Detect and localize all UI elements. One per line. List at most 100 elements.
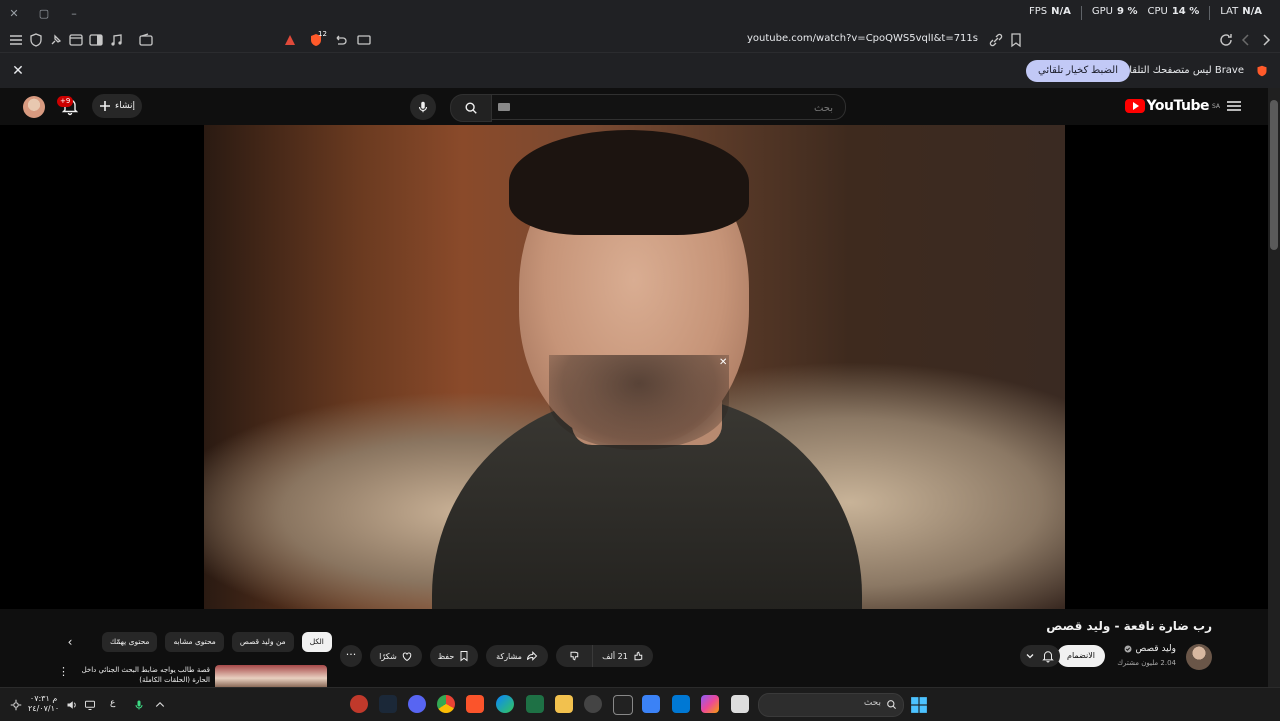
shields-badge: 12 xyxy=(318,30,327,38)
system-clock[interactable]: م ٠٧:٣١ ٢٤/٠٧/١٠ xyxy=(28,694,59,714)
join-button[interactable]: الانضمام xyxy=(1057,645,1105,667)
voice-search-button[interactable] xyxy=(410,94,436,120)
chip-related[interactable]: محتوى مشابه xyxy=(165,632,224,652)
app-icon-3[interactable] xyxy=(613,695,633,715)
perf-lat: LAT N/A xyxy=(1220,6,1262,17)
close-window-icon[interactable]: ✕ xyxy=(6,6,22,22)
perf-gpu: GPU 9 % xyxy=(1091,6,1138,17)
cast-icon[interactable] xyxy=(356,32,372,48)
chevron-down-icon xyxy=(1026,654,1034,659)
search-box[interactable] xyxy=(489,94,846,120)
maximize-window-icon[interactable]: ▢ xyxy=(36,6,52,22)
chip-all[interactable]: الكل xyxy=(301,632,332,652)
video-subject-hair xyxy=(509,130,749,235)
pin-icon[interactable] xyxy=(48,32,64,48)
close-infobar-icon[interactable]: ✕ xyxy=(10,63,26,79)
thumbs-down-icon xyxy=(570,651,579,661)
app-icon-1[interactable] xyxy=(350,695,368,713)
bell-icon xyxy=(1042,651,1054,663)
chevron-up-icon[interactable] xyxy=(154,699,166,711)
app-icon-2[interactable] xyxy=(584,695,602,713)
windows-start-icon[interactable] xyxy=(910,696,928,714)
perf-fps: FPS N/A xyxy=(1029,6,1071,17)
input-language[interactable]: ع xyxy=(110,698,115,708)
keyboard-icon[interactable] xyxy=(498,103,510,111)
more-actions-button[interactable]: ··· xyxy=(340,645,362,667)
store-icon[interactable] xyxy=(642,695,660,713)
watch-metadata: رب ضارة نافعة - وليد قصص وليد قصص 2.04 م… xyxy=(0,609,1268,687)
subscribe-notifications-button[interactable] xyxy=(1020,645,1060,667)
search-button[interactable] xyxy=(450,94,492,122)
microphone-icon xyxy=(418,101,428,113)
taskbar-search-icon xyxy=(887,700,897,710)
file-explorer-icon[interactable] xyxy=(555,695,573,713)
url-text[interactable]: youtube.com/watch?v=CpoQWS5vqlI&t=711s xyxy=(747,33,978,44)
discord-icon[interactable] xyxy=(408,695,426,713)
volume-icon[interactable] xyxy=(66,699,78,711)
thanks-heart-icon xyxy=(402,652,412,662)
reload-icon[interactable] xyxy=(1218,32,1234,48)
like-button[interactable]: 21 ألف xyxy=(592,645,653,667)
subscriber-count: 2.04 مليون مشترك xyxy=(1117,659,1176,667)
save-button[interactable]: حفظ xyxy=(430,645,478,667)
create-button[interactable]: إنشاء xyxy=(92,94,142,118)
verified-icon xyxy=(1124,645,1132,653)
channel-avatar[interactable] xyxy=(1186,644,1212,670)
video-frame[interactable] xyxy=(204,125,1065,609)
youtube-logo[interactable]: YouTube SA xyxy=(1124,96,1220,116)
youtube-masthead: YouTubeSA إنشاء +9 xyxy=(0,88,1268,125)
excel-icon[interactable] xyxy=(526,695,544,713)
perf-cpu: CPU 14 % xyxy=(1147,6,1200,17)
recommended-video-title[interactable]: قصة طالب يواجه ضابط البحث الجنائي داخل ا… xyxy=(76,665,210,685)
set-default-button[interactable]: الضبط كخيار تلقائي xyxy=(1026,60,1130,82)
menu-icon[interactable] xyxy=(8,32,24,48)
task-view-icon[interactable] xyxy=(731,695,749,713)
video-player[interactable]: ✕ xyxy=(0,125,1268,609)
guide-menu-icon[interactable] xyxy=(1224,96,1244,116)
steam-icon[interactable] xyxy=(379,695,397,713)
scrollbar-thumb[interactable] xyxy=(1270,100,1278,250)
sidebar-icon[interactable] xyxy=(88,32,104,48)
save-icon xyxy=(460,651,468,662)
recommended-video-thumbnail[interactable] xyxy=(215,665,327,687)
outlook-icon[interactable] xyxy=(672,695,690,713)
taskbar-search[interactable]: بحث xyxy=(758,693,904,717)
link-share-icon[interactable] xyxy=(988,32,1004,48)
back-icon[interactable] xyxy=(1258,32,1274,48)
chip-recommended[interactable]: محتوى يهمّك xyxy=(102,632,158,652)
shield-icon[interactable] xyxy=(28,32,44,48)
search-input[interactable] xyxy=(511,98,835,118)
forward-icon[interactable] xyxy=(1238,32,1254,48)
music-icon[interactable] xyxy=(108,32,124,48)
search-icon xyxy=(465,102,477,114)
edge-icon[interactable] xyxy=(496,695,514,713)
windows-taskbar: م ٠٧:٣١ ٢٤/٠٧/١٠ ع بحث xyxy=(0,687,1280,721)
copilot-icon[interactable] xyxy=(701,695,719,713)
tabs-icon[interactable] xyxy=(68,32,84,48)
network-icon[interactable] xyxy=(84,699,96,711)
dislike-button[interactable] xyxy=(556,645,592,667)
window-titlebar: ✕ ▢ – FPS N/A GPU 9 % CPU 14 % LAT N/A xyxy=(0,0,1280,28)
related-chips: ‹ محتوى يهمّك محتوى مشابه من وليد قصص ال… xyxy=(60,631,332,653)
wallet-icon[interactable] xyxy=(138,32,154,48)
account-avatar[interactable] xyxy=(23,96,45,118)
share-button[interactable]: مشاركة xyxy=(486,645,548,667)
infobar-message: Brave ليس متصفحك التلقائي. xyxy=(1114,65,1244,76)
settings-icon[interactable] xyxy=(10,699,22,711)
channel-name[interactable]: وليد قصص xyxy=(1124,644,1176,654)
undo-icon[interactable] xyxy=(332,32,348,48)
chevron-left-icon[interactable]: ‹ xyxy=(60,632,80,652)
rewards-icon[interactable] xyxy=(282,32,298,48)
brave-icon[interactable] xyxy=(466,695,484,713)
thumbs-up-icon xyxy=(634,651,643,661)
thanks-button[interactable]: شكرًا xyxy=(370,645,422,667)
chip-from-channel[interactable]: من وليد قصص xyxy=(231,632,294,652)
recommended-more-icon[interactable]: ⋮ xyxy=(58,665,69,678)
bookmark-icon[interactable] xyxy=(1008,32,1024,48)
minimize-window-icon[interactable]: – xyxy=(66,6,82,22)
address-bar[interactable]: 12 youtube.com/watch?v=CpoQWS5vqlI&t=711… xyxy=(285,28,1010,52)
mic-tray-icon[interactable] xyxy=(133,698,145,712)
brave-logo-icon xyxy=(1257,65,1267,77)
youtube-play-icon xyxy=(1124,99,1145,113)
chrome-icon[interactable] xyxy=(437,695,455,713)
